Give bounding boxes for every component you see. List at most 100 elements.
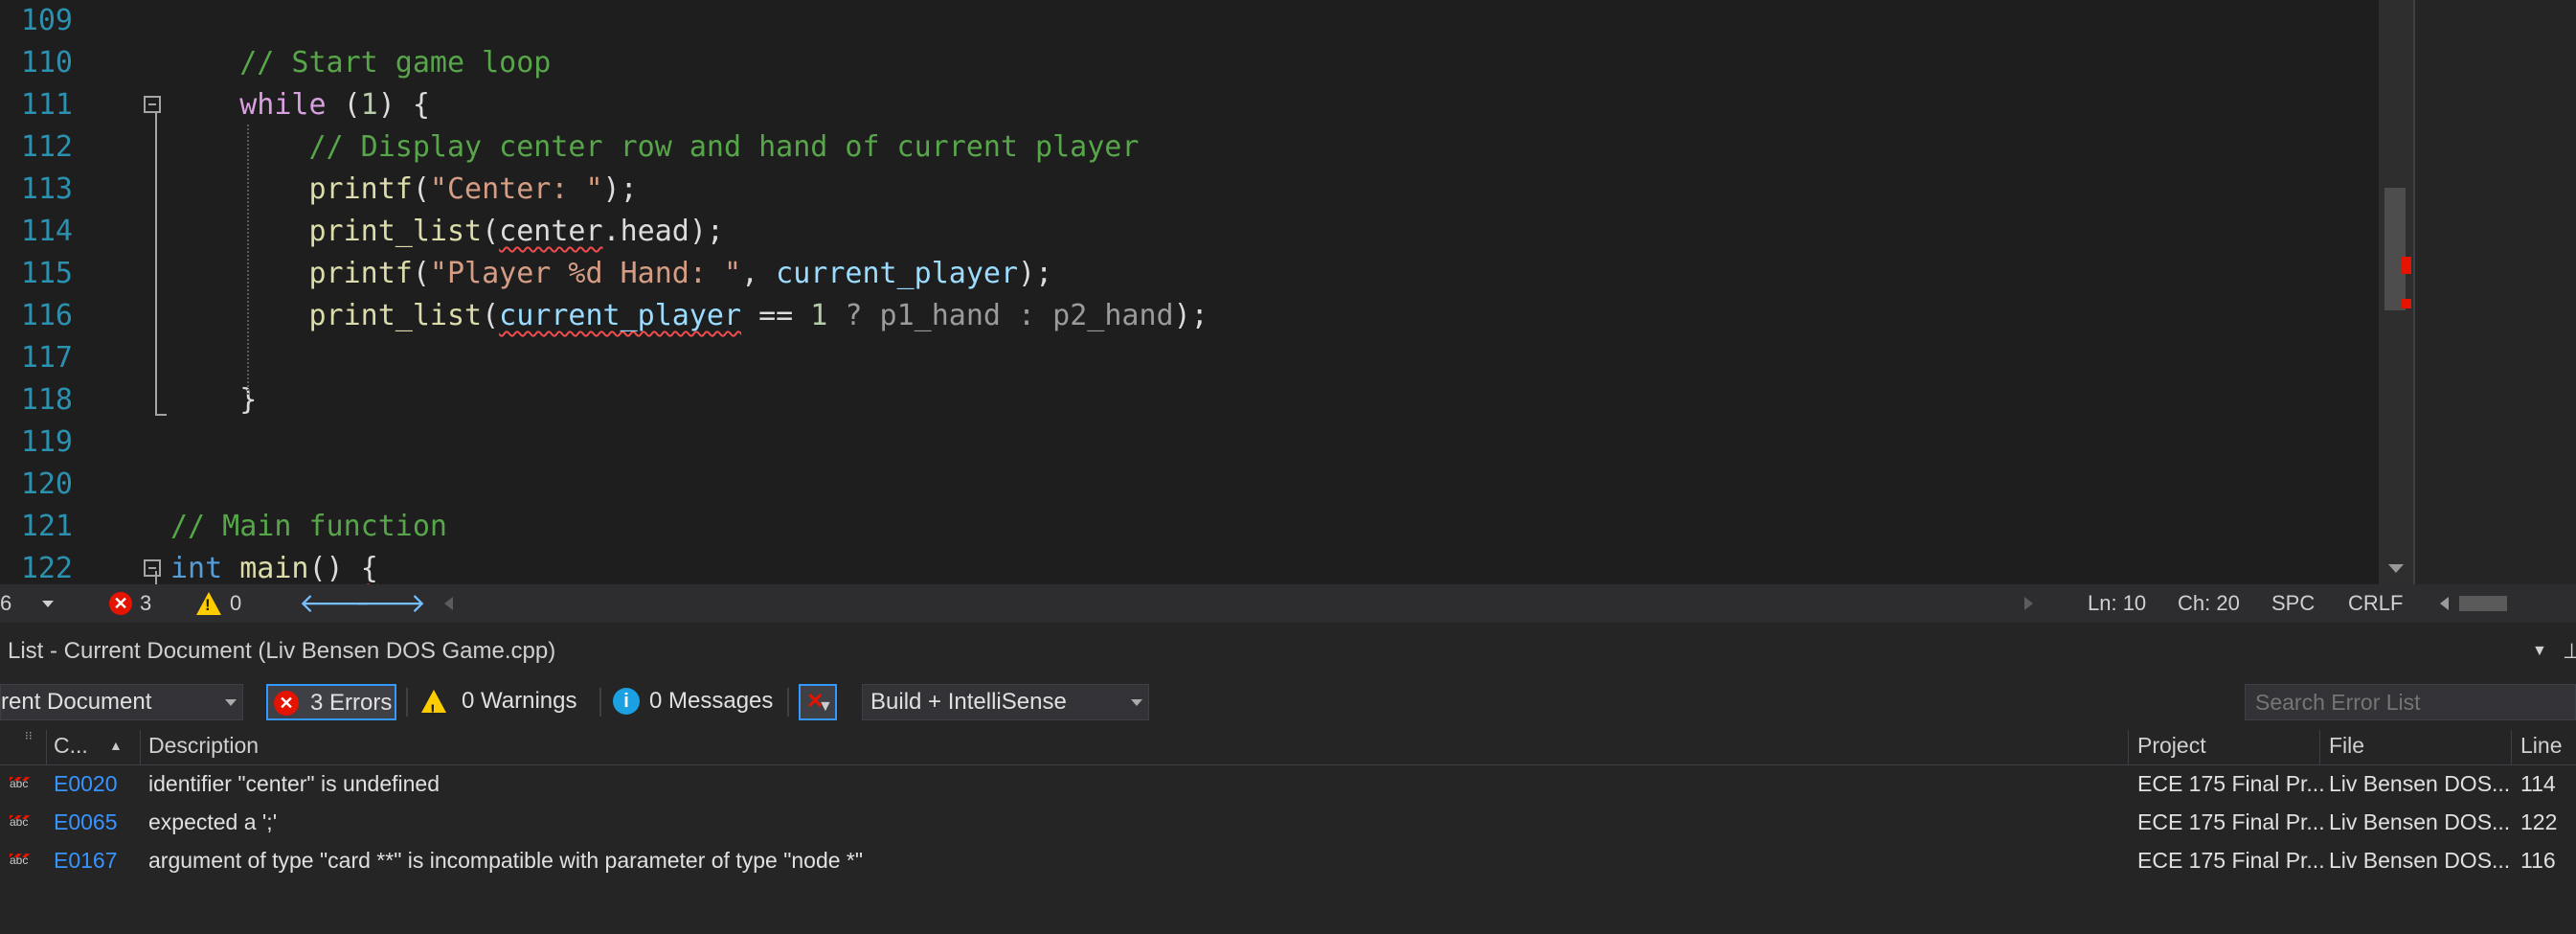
error-marker[interactable] [2402,299,2411,308]
code-text[interactable]: while (1) { [239,84,430,126]
code-line[interactable]: 122 int main() { [0,548,2379,584]
column-separator[interactable] [2128,730,2129,764]
error-code-link[interactable]: E0167 [54,841,118,879]
table-row[interactable]: abc E0167 argument of type "card **" is in… [0,841,2576,879]
scope-dropdown[interactable]: rent Document [0,684,243,720]
code-line[interactable]: 120 [0,464,2379,506]
error-project: ECE 175 Final Pr... [2137,809,2325,834]
line-number: 117 [20,341,73,375]
table-row[interactable]: abc E0020 identifier "center" is undefined… [0,764,2576,803]
column-header-line[interactable]: Line [2520,726,2562,764]
column-separator[interactable] [2511,730,2512,764]
table-row[interactable]: abc E0065 expected a ';' ECE 175 Final Pr..… [0,803,2576,841]
line-number: 112 [20,130,73,164]
build-filter-value: Build + IntelliSense [870,689,1067,715]
code-line[interactable]: 110 // Start game loop [0,42,2379,84]
code-line[interactable]: 118} [0,379,2379,421]
code-token: == [741,299,811,332]
filter-toggle-button[interactable]: ✕ ▼ [799,684,837,720]
line-number: 118 [20,383,73,417]
column-separator[interactable] [2319,730,2320,764]
code-line[interactable]: 115 printf("Player %d Hand: ", current_pl… [0,253,2379,295]
pane-scroll-left-icon[interactable] [2440,597,2449,610]
code-text[interactable]: // Start game loop [239,42,551,84]
column-separator[interactable] [46,730,47,764]
error-icon[interactable] [109,592,132,615]
code-line[interactable]: 114 print_list(center.head); [0,211,2379,253]
error-code-link[interactable]: E0020 [54,764,118,803]
code-line[interactable]: 121 // Main function [0,506,2379,548]
code-token: () [308,552,361,584]
errors-filter-button[interactable]: 3 Errors [266,684,396,720]
line-ending[interactable]: CRLF [2348,584,2403,623]
line-number: 121 [20,510,73,543]
error-code-link[interactable]: E0065 [54,803,118,841]
code-line[interactable]: 116 print_list(current_player == 1 ? p1_h… [0,295,2379,337]
column-header-file[interactable]: File [2329,726,2364,764]
editor-vertical-scrollbar[interactable] [2379,0,2413,584]
warnings-filter-button[interactable]: 0 Warnings [419,684,592,728]
code-text[interactable]: // Main function [170,506,447,548]
hscroll-right-arrow-icon[interactable] [2024,597,2033,610]
code-line[interactable]: 113 printf("Center: "); [0,169,2379,211]
code-line[interactable]: 112 // Display center row and hand of cur… [0,126,2379,169]
pane-scroll-thumb[interactable] [2459,596,2507,611]
warning-icon[interactable] [196,592,221,615]
search-error-list-input[interactable] [2253,687,2564,718]
code-token: center [499,215,603,248]
side-pane [2413,0,2576,584]
indent-mode[interactable]: SPC [2271,584,2315,623]
build-filter-dropdown[interactable]: Build + IntelliSense [862,684,1149,720]
zoom-dropdown-icon[interactable] [42,601,54,607]
editor-status-bar: 6 3 0 🡐 🡒 Ln: 10 Ch: 20 SPC CRLF [0,584,2576,623]
next-issue-arrow-icon[interactable]: 🡒 [354,584,426,623]
zoom-level[interactable]: 6 [0,584,11,623]
cursor-char[interactable]: Ch: 20 [2178,584,2240,623]
scrollbar-thumb[interactable] [2384,188,2406,310]
status-error-count[interactable]: 3 [140,584,151,623]
code-text[interactable]: printf("Center: "); [308,169,637,211]
code-line[interactable]: 109 [0,0,2379,42]
code-text[interactable]: // Display center row and hand of curren… [308,126,1139,169]
code-token: // Start game loop [239,46,552,80]
hscroll-left-arrow-icon[interactable] [444,597,453,610]
code-token: ( [412,257,430,290]
code-text[interactable]: printf("Player %d Hand: ", current_playe… [308,253,1052,295]
line-number: 111 [20,88,73,122]
column-separator[interactable] [140,730,141,764]
pin-icon[interactable]: ⊥ [2563,634,2576,669]
code-token: ); [1173,299,1209,332]
collapse-block-icon[interactable] [144,559,161,577]
column-options-icon[interactable]: ⁝⁝ [25,726,33,745]
column-header-description[interactable]: Description [148,726,259,764]
code-text[interactable]: print_list(center.head); [308,211,724,253]
line-number: 109 [20,4,73,37]
code-text[interactable]: print_list(current_player == 1 ? p1_hand… [308,295,1208,337]
code-line[interactable]: 117 [0,337,2379,379]
column-header-code[interactable]: C... [54,726,88,764]
fold-outline-while [155,111,157,416]
code-text[interactable]: int main() { [170,548,378,584]
column-header-project[interactable]: Project [2137,726,2206,764]
messages-filter-button[interactable]: 0 Messages [611,684,783,720]
code-token: print_list [308,215,483,248]
cursor-line[interactable]: Ln: 10 [2088,584,2146,623]
code-token: 1 [810,299,828,332]
line-number: 115 [20,257,73,290]
line-number: 119 [20,425,73,459]
code-token: printf [308,257,413,290]
code-token: "Center: " [429,172,603,206]
error-marker[interactable] [2402,257,2411,274]
scroll-down-arrow-icon[interactable] [2388,564,2404,573]
status-warning-count[interactable]: 0 [230,584,241,623]
search-error-list-box[interactable] [2245,684,2576,720]
panel-menu-icon[interactable]: ▼ [2532,634,2547,669]
code-line[interactable]: 111 while (1) { [0,84,2379,126]
funnel-icon: ▼ [818,698,833,715]
toolbar-separator [787,688,789,717]
collapse-block-icon[interactable] [144,96,161,113]
error-line: 114 [2520,771,2556,796]
code-editor[interactable]: 109 110// Start game loop 111 while (1) {11… [0,0,2379,584]
code-line[interactable]: 119 [0,421,2379,464]
